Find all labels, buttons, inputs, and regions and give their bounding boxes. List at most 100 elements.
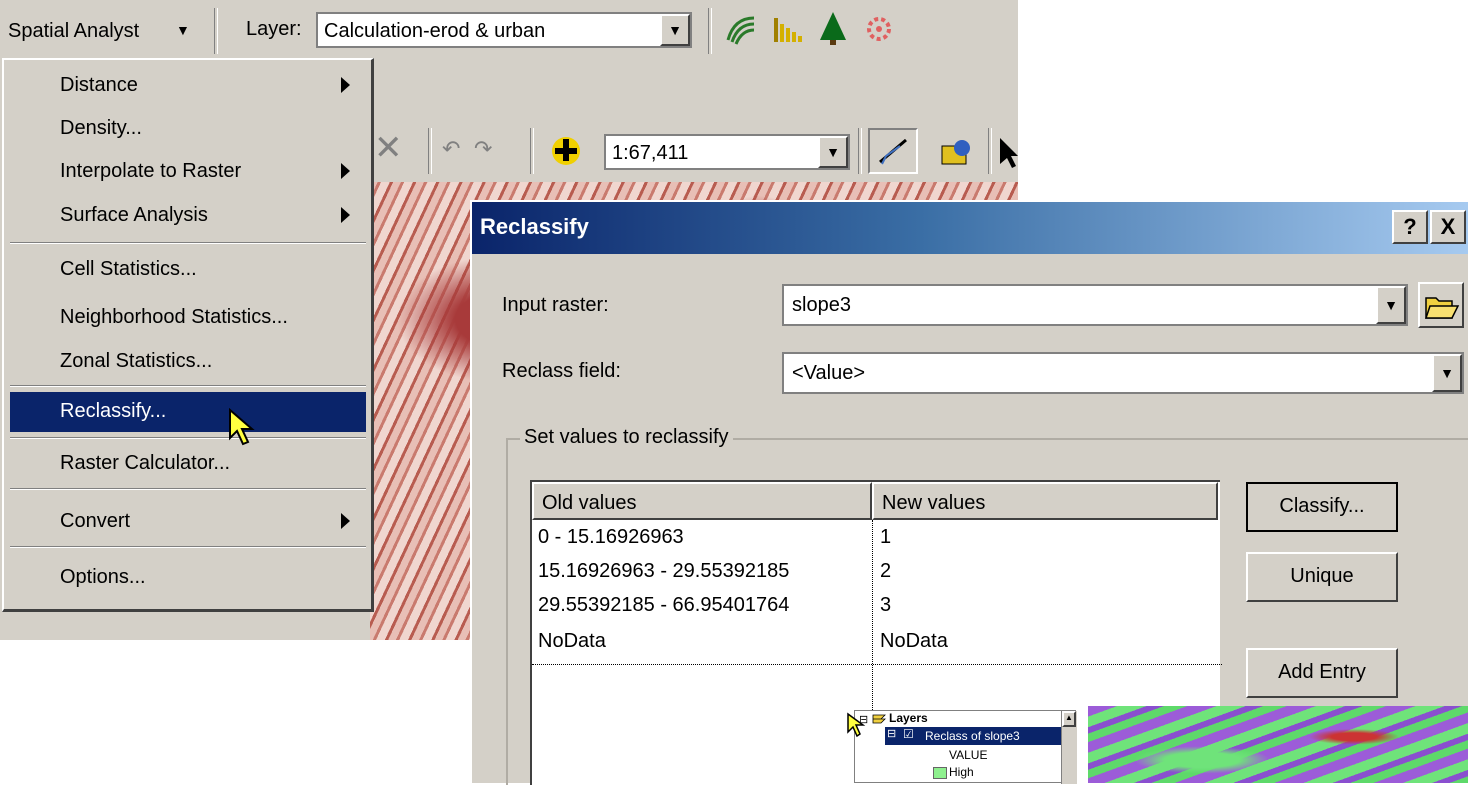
menu-item-label: Zonal Statistics... [60, 350, 213, 372]
submenu-arrow-icon [341, 513, 350, 529]
arctoolbox-icon[interactable] [936, 136, 976, 170]
target-icon[interactable] [862, 12, 896, 46]
menu-item-label: Surface Analysis [60, 204, 208, 226]
reclass-field-combo[interactable]: <Value> ▼ [782, 352, 1464, 394]
table-cell-old[interactable]: 15.16926963 - 29.55392185 [532, 554, 872, 588]
undo-icon[interactable]: ↶ [442, 136, 460, 162]
submenu-arrow-icon [341, 163, 350, 179]
editor-pencil-icon [879, 138, 907, 165]
add-data-icon[interactable] [550, 134, 582, 168]
legend-swatch [933, 767, 947, 779]
menu-item-label: Convert [60, 510, 131, 532]
menu-item-label: Raster Calculator... [60, 452, 231, 474]
toolbar-separator [530, 128, 534, 174]
map-scale-combo[interactable]: 1:67,411 ▼ [604, 134, 850, 170]
menu-separator [10, 437, 366, 439]
menu-item-interpolate[interactable]: Interpolate to Raster [10, 152, 366, 192]
toolbar-separator [708, 8, 712, 54]
submenu-arrow-icon [341, 207, 350, 223]
spatial-analyst-menu: Distance Density... Interpolate to Raste… [2, 58, 374, 612]
layers-icon [872, 714, 886, 724]
menu-item-label: Density... [60, 117, 142, 139]
menu-item-zonal-statistics[interactable]: Zonal Statistics... [10, 342, 366, 382]
toolbar-separator [858, 128, 862, 174]
tree-icon[interactable] [816, 10, 850, 46]
menu-item-distance[interactable]: Distance [10, 66, 366, 106]
menu-item-label: Interpolate to Raster [60, 160, 242, 182]
dialog-titlebar[interactable]: Reclassify ? X [472, 202, 1468, 254]
groupbox-label: Set values to reclassify [520, 426, 733, 449]
input-raster-value: slope3 [792, 294, 851, 316]
spatial-analyst-toolbar: Spatial Analyst ▼ Layer: Calculation-ero… [0, 0, 1018, 63]
mouse-pointer-icon [847, 712, 866, 738]
toolbar-separator [428, 128, 432, 174]
menu-item-convert[interactable]: Convert [10, 502, 366, 542]
help-button[interactable]: ? [1392, 210, 1428, 244]
input-raster-dropdown-button[interactable]: ▼ [1376, 286, 1406, 324]
table-cell-old[interactable]: 0 - 15.16926963 [532, 520, 872, 554]
table-cell-old[interactable]: 29.55392185 - 66.95401764 [532, 588, 872, 622]
menu-item-raster-calculator[interactable]: Raster Calculator... [10, 444, 366, 484]
open-folder-icon [1424, 297, 1460, 319]
layer-combo-value: Calculation-erod & urban [324, 20, 546, 42]
toc-class-label: High [949, 765, 974, 779]
menu-item-options[interactable]: Options... [10, 558, 366, 598]
table-cell-old[interactable]: NoData [532, 624, 872, 658]
select-arrow-icon[interactable] [998, 136, 1018, 170]
menu-item-surface-analysis[interactable]: Surface Analysis [10, 196, 366, 236]
histogram-icon[interactable] [770, 12, 804, 46]
menu-item-label: Options... [60, 566, 146, 588]
table-cell-new[interactable]: 2 [874, 554, 1214, 588]
menu-item-label: Cell Statistics... [60, 258, 197, 280]
menu-separator [10, 546, 366, 548]
layer-label: Layer: [246, 18, 302, 40]
reclass-field-dropdown-button[interactable]: ▼ [1432, 354, 1462, 392]
unique-button[interactable]: Unique [1246, 552, 1398, 602]
menu-item-label: Distance [60, 74, 138, 96]
column-header-new-values[interactable]: New values [872, 482, 1218, 520]
layer-visibility-checkbox[interactable]: ☑ [903, 727, 914, 741]
delete-icon[interactable]: ✕ [374, 128, 403, 168]
layer-expand-icon[interactable]: ⊟ [887, 727, 896, 740]
menu-item-cell-statistics[interactable]: Cell Statistics... [10, 250, 366, 290]
menu-item-label: Reclassify... [60, 400, 167, 422]
reclass-field-value: <Value> [792, 362, 866, 384]
table-cell-new[interactable]: 3 [874, 588, 1214, 622]
editor-toggle-button[interactable] [868, 128, 918, 174]
redo-icon[interactable]: ↷ [474, 136, 492, 162]
input-raster-label: Input raster: [502, 294, 609, 316]
menu-item-reclassify[interactable]: Reclassify... [10, 392, 366, 432]
mouse-pointer-icon [229, 408, 255, 446]
dialog-title: Reclassify [480, 214, 589, 239]
toc-layer-label[interactable]: Reclass of slope3 [925, 729, 1020, 743]
classify-button[interactable]: Classify... [1246, 482, 1398, 532]
add-entry-button[interactable]: Add Entry [1246, 648, 1398, 698]
scroll-up-button[interactable]: ▲ [1062, 711, 1076, 727]
table-cell-new[interactable]: NoData [874, 624, 1214, 658]
toc-root-label[interactable]: Layers [889, 711, 928, 725]
toc-scrollbar[interactable]: ▲ [1061, 711, 1077, 784]
contour-icon[interactable] [724, 12, 758, 46]
menu-separator [10, 385, 366, 387]
reclass-map-preview [1088, 706, 1468, 783]
input-raster-combo[interactable]: slope3 ▼ [782, 284, 1408, 326]
spatial-analyst-label: Spatial Analyst [8, 20, 140, 42]
open-folder-button[interactable] [1418, 282, 1464, 328]
submenu-arrow-icon [341, 77, 350, 93]
scale-dropdown-button[interactable]: ▼ [818, 136, 848, 168]
toolbar-separator [988, 128, 992, 174]
table-cell-new[interactable]: 1 [874, 520, 1214, 554]
close-button[interactable]: X [1430, 210, 1466, 244]
menu-item-label: Neighborhood Statistics... [60, 306, 288, 328]
layer-dropdown-button[interactable]: ▼ [660, 14, 690, 46]
reclass-field-label: Reclass field: [502, 360, 621, 382]
column-header-old-values[interactable]: Old values [532, 482, 872, 520]
layer-combo[interactable]: Calculation-erod & urban ▼ [316, 12, 692, 48]
reclassify-dialog: Reclassify ? X Input raster: slope3 ▼ Re… [470, 200, 1468, 785]
toc-field-label: VALUE [949, 748, 988, 762]
menu-item-neighborhood-statistics[interactable]: Neighborhood Statistics... [10, 298, 366, 338]
map-scale-value: 1:67,411 [612, 142, 689, 164]
toolbar-separator [214, 8, 218, 54]
table-row-divider [532, 664, 1222, 665]
menu-item-density[interactable]: Density... [10, 109, 366, 149]
